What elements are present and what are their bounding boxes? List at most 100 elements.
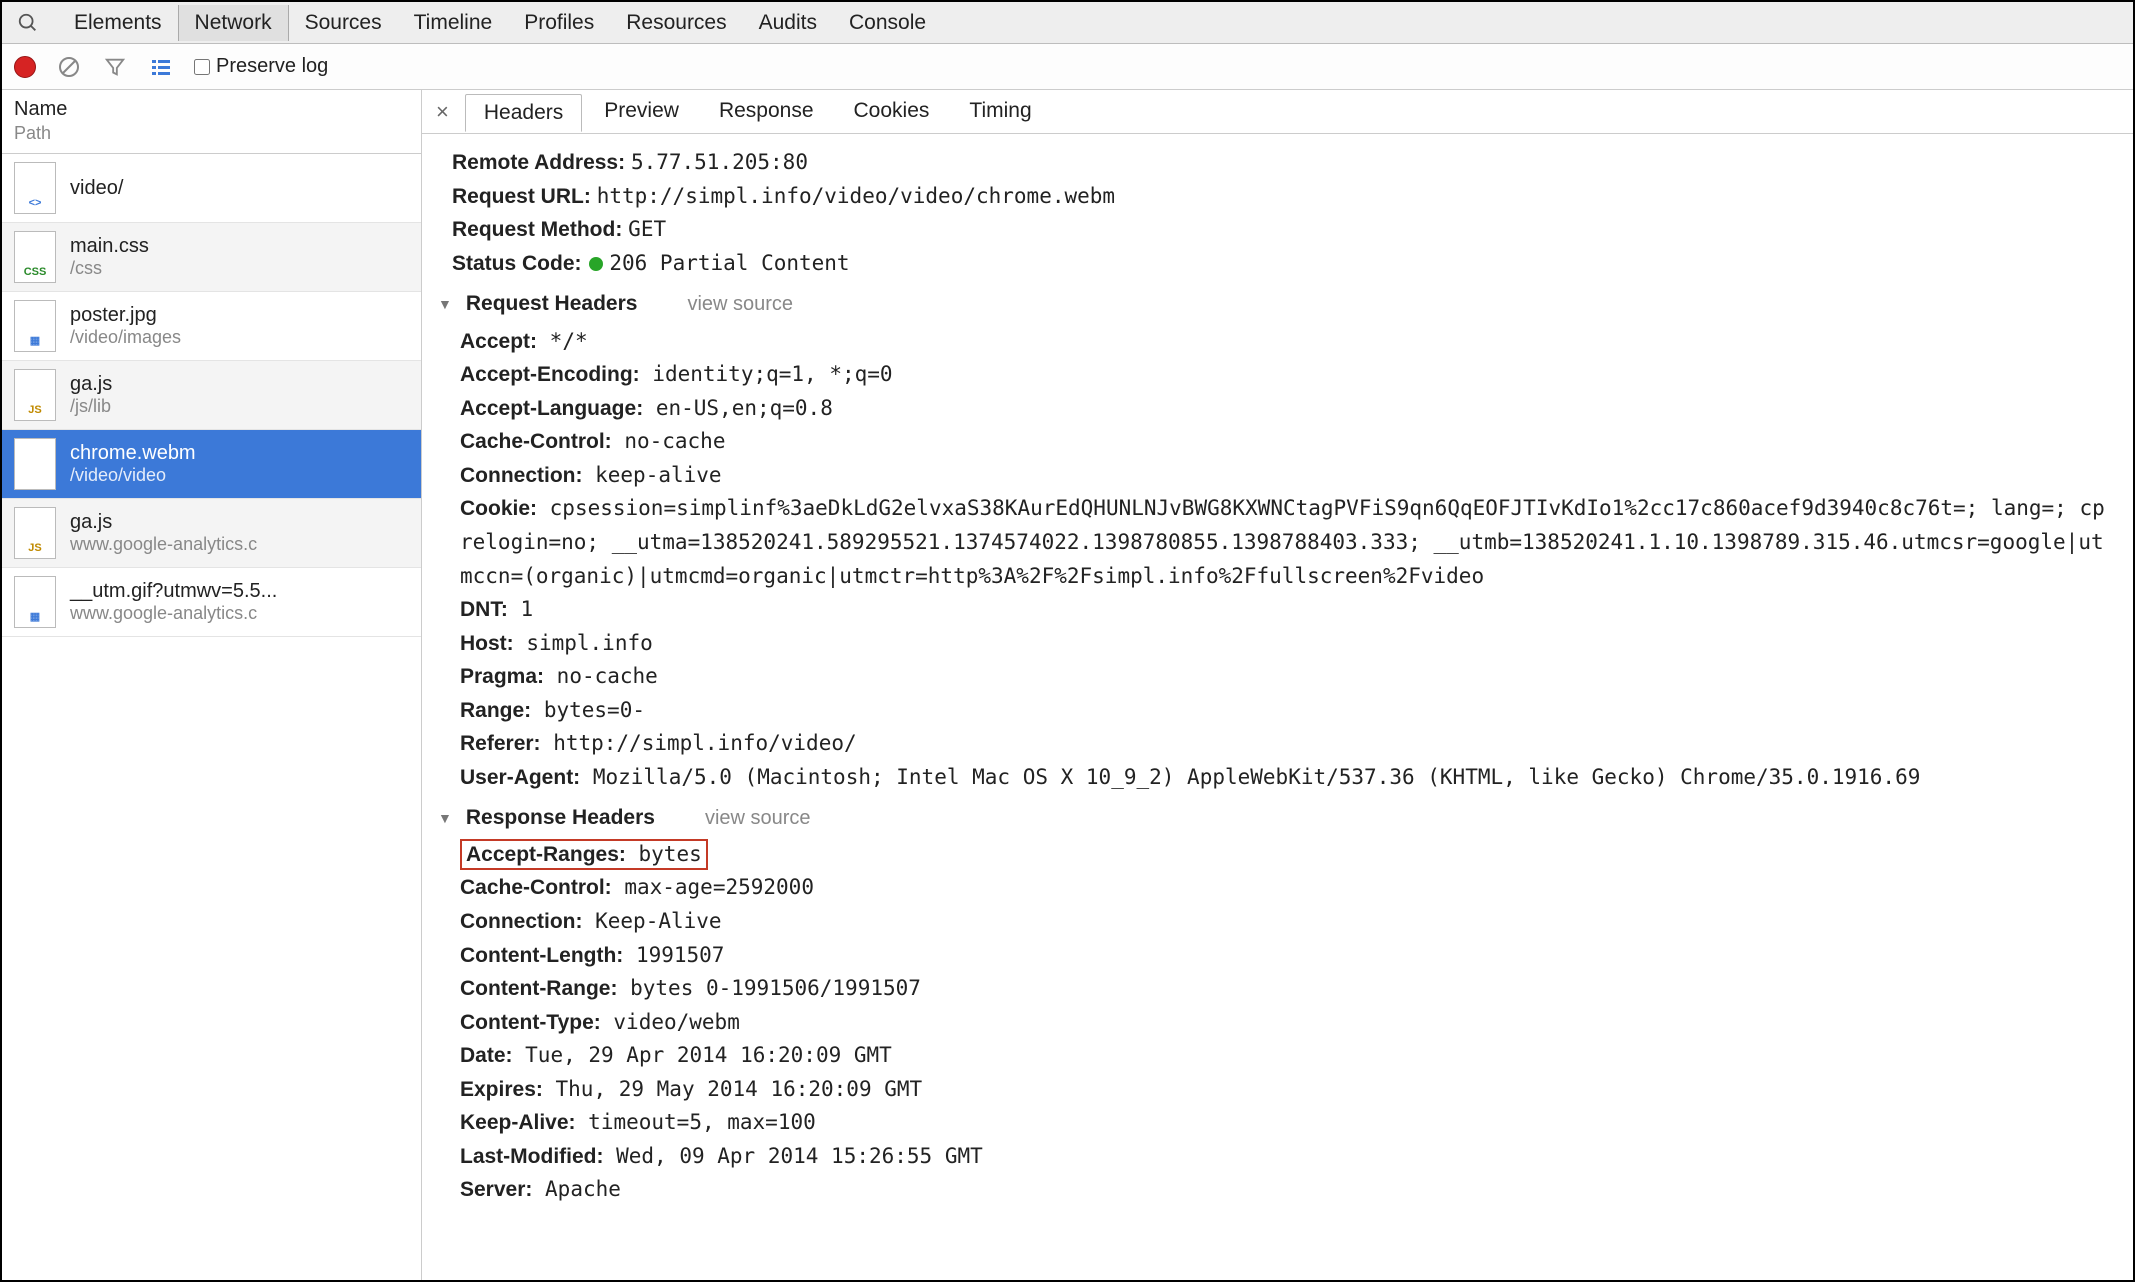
preserve-log-checkbox[interactable]: [194, 59, 210, 75]
response-headers-section[interactable]: ▼ Response Headers view source: [438, 802, 2113, 835]
request-name: chrome.webm: [70, 442, 196, 465]
file-icon: <>: [14, 162, 56, 214]
header-key: Referer:: [460, 732, 541, 755]
header-row: Expires: Thu, 29 May 2014 16:20:09 GMT: [460, 1073, 2113, 1107]
header-value: max-age=2592000: [612, 875, 814, 899]
file-icon: JS: [14, 507, 56, 559]
header-value: 1: [508, 597, 533, 621]
column-path: Path: [14, 122, 409, 145]
request-name: main.css: [70, 235, 149, 258]
header-key: Content-Length:: [460, 944, 623, 967]
request-row[interactable]: ▦__utm.gif?utmwv=5.5...www.google-analyt…: [2, 568, 421, 637]
header-row: Cache-Control: no-cache: [460, 425, 2113, 459]
request-row[interactable]: chrome.webm/video/video: [2, 430, 421, 499]
header-row: Accept: */*: [460, 325, 2113, 359]
header-row: Server: Apache: [460, 1173, 2113, 1207]
header-row: Accept-Language: en-US,en;q=0.8: [460, 392, 2113, 426]
clear-icon[interactable]: [56, 54, 82, 80]
preserve-log-label: Preserve log: [216, 55, 328, 78]
header-key: Date:: [460, 1044, 513, 1067]
header-row: User-Agent: Mozilla/5.0 (Macintosh; Inte…: [460, 761, 2113, 795]
header-value: cpsession=simplinf%3aeDkLdG2elvxaS38KAur…: [460, 496, 2105, 587]
request-path: /css: [70, 258, 149, 279]
file-icon: [14, 438, 56, 490]
status-code-key: Status Code:: [452, 252, 582, 275]
header-row: Content-Range: bytes 0-1991506/1991507: [460, 972, 2113, 1006]
request-path: www.google-analytics.c: [70, 534, 257, 555]
header-key: Server:: [460, 1178, 532, 1201]
header-row: DNT: 1: [460, 593, 2113, 627]
main-tab-profiles[interactable]: Profiles: [508, 5, 610, 41]
request-method-key: Request Method:: [452, 218, 622, 241]
detail-tab-cookies[interactable]: Cookies: [836, 93, 948, 131]
request-row[interactable]: CSS main.css/css: [2, 223, 421, 292]
file-icon: CSS: [14, 231, 56, 283]
detail-tab-response[interactable]: Response: [701, 93, 832, 131]
header-key: Accept:: [460, 330, 537, 353]
request-name: poster.jpg: [70, 304, 181, 327]
search-icon[interactable]: [16, 11, 40, 35]
request-name: video/: [70, 177, 123, 200]
header-value: Thu, 29 May 2014 16:20:09 GMT: [543, 1077, 922, 1101]
main-tab-audits[interactable]: Audits: [743, 5, 833, 41]
header-value: no-cache: [612, 429, 726, 453]
header-key: DNT:: [460, 598, 508, 621]
header-value: Keep-Alive: [582, 909, 721, 933]
network-toolbar: Preserve log: [2, 44, 2133, 90]
main-tab-resources[interactable]: Resources: [610, 5, 742, 41]
request-row[interactable]: <> video/: [2, 154, 421, 223]
request-headers-section[interactable]: ▼ Request Headers view source: [438, 288, 2113, 321]
detail-tab-headers[interactable]: Headers: [465, 94, 582, 132]
request-path: /video/video: [70, 465, 196, 486]
header-key: Accept-Language:: [460, 397, 643, 420]
header-value: video/webm: [601, 1010, 740, 1034]
header-value: http://simpl.info/video/: [541, 731, 857, 755]
record-button[interactable]: [14, 56, 36, 78]
detail-tab-preview[interactable]: Preview: [586, 93, 697, 131]
main-tab-network[interactable]: Network: [178, 5, 289, 41]
header-key: Accept-Ranges:: [466, 843, 626, 866]
request-row[interactable]: ▦poster.jpg/video/images: [2, 292, 421, 361]
request-list-panel: Name Path <> video/CSS main.css/css ▦ poster…: [2, 90, 422, 1280]
header-row: Date: Tue, 29 Apr 2014 16:20:09 GMT: [460, 1039, 2113, 1073]
list-icon[interactable]: [148, 54, 174, 80]
header-key: Cookie:: [460, 497, 537, 520]
request-row[interactable]: JSga.js/js/lib: [2, 361, 421, 430]
header-value: bytes 0-1991506/1991507: [617, 976, 920, 1000]
header-value: en-US,en;q=0.8: [643, 396, 833, 420]
header-value: Wed, 09 Apr 2014 15:26:55 GMT: [603, 1144, 982, 1168]
header-row: Range: bytes=0-: [460, 694, 2113, 728]
remote-address-key: Remote Address:: [452, 151, 625, 174]
main-tab-sources[interactable]: Sources: [289, 5, 398, 41]
header-row: Connection: Keep-Alive: [460, 905, 2113, 939]
filter-icon[interactable]: [102, 54, 128, 80]
preserve-log-toggle[interactable]: Preserve log: [194, 55, 328, 78]
request-name: ga.js: [70, 373, 112, 396]
file-icon: ▦: [14, 300, 56, 352]
detail-tabs: × HeadersPreviewResponseCookiesTiming: [422, 90, 2133, 134]
header-value: simpl.info: [514, 631, 653, 655]
header-value: bytes=0-: [531, 698, 645, 722]
main-tab-timeline[interactable]: Timeline: [398, 5, 509, 41]
header-value: no-cache: [544, 664, 658, 688]
column-name: Name: [14, 96, 409, 122]
header-value: identity;q=1, *;q=0: [640, 362, 893, 386]
main-tab-console[interactable]: Console: [833, 5, 942, 41]
view-source-link[interactable]: view source: [687, 289, 793, 320]
header-value: Apache: [532, 1177, 621, 1201]
header-key: Content-Type:: [460, 1011, 601, 1034]
close-icon[interactable]: ×: [430, 99, 461, 125]
header-key: Keep-Alive:: [460, 1111, 576, 1134]
request-headers-title: Request Headers: [466, 288, 638, 321]
view-source-link[interactable]: view source: [705, 803, 811, 834]
detail-tab-timing[interactable]: Timing: [951, 93, 1049, 131]
status-code-value: 206 Partial Content: [609, 251, 849, 275]
header-row: Accept-Ranges: bytes: [460, 839, 2113, 872]
request-path: www.google-analytics.c: [70, 603, 277, 624]
request-row[interactable]: JSga.jswww.google-analytics.c: [2, 499, 421, 568]
file-icon: JS: [14, 369, 56, 421]
header-row: Accept-Encoding: identity;q=1, *;q=0: [460, 358, 2113, 392]
main-tab-elements[interactable]: Elements: [58, 5, 178, 41]
header-key: Cache-Control:: [460, 876, 612, 899]
request-list-header[interactable]: Name Path: [2, 90, 421, 154]
